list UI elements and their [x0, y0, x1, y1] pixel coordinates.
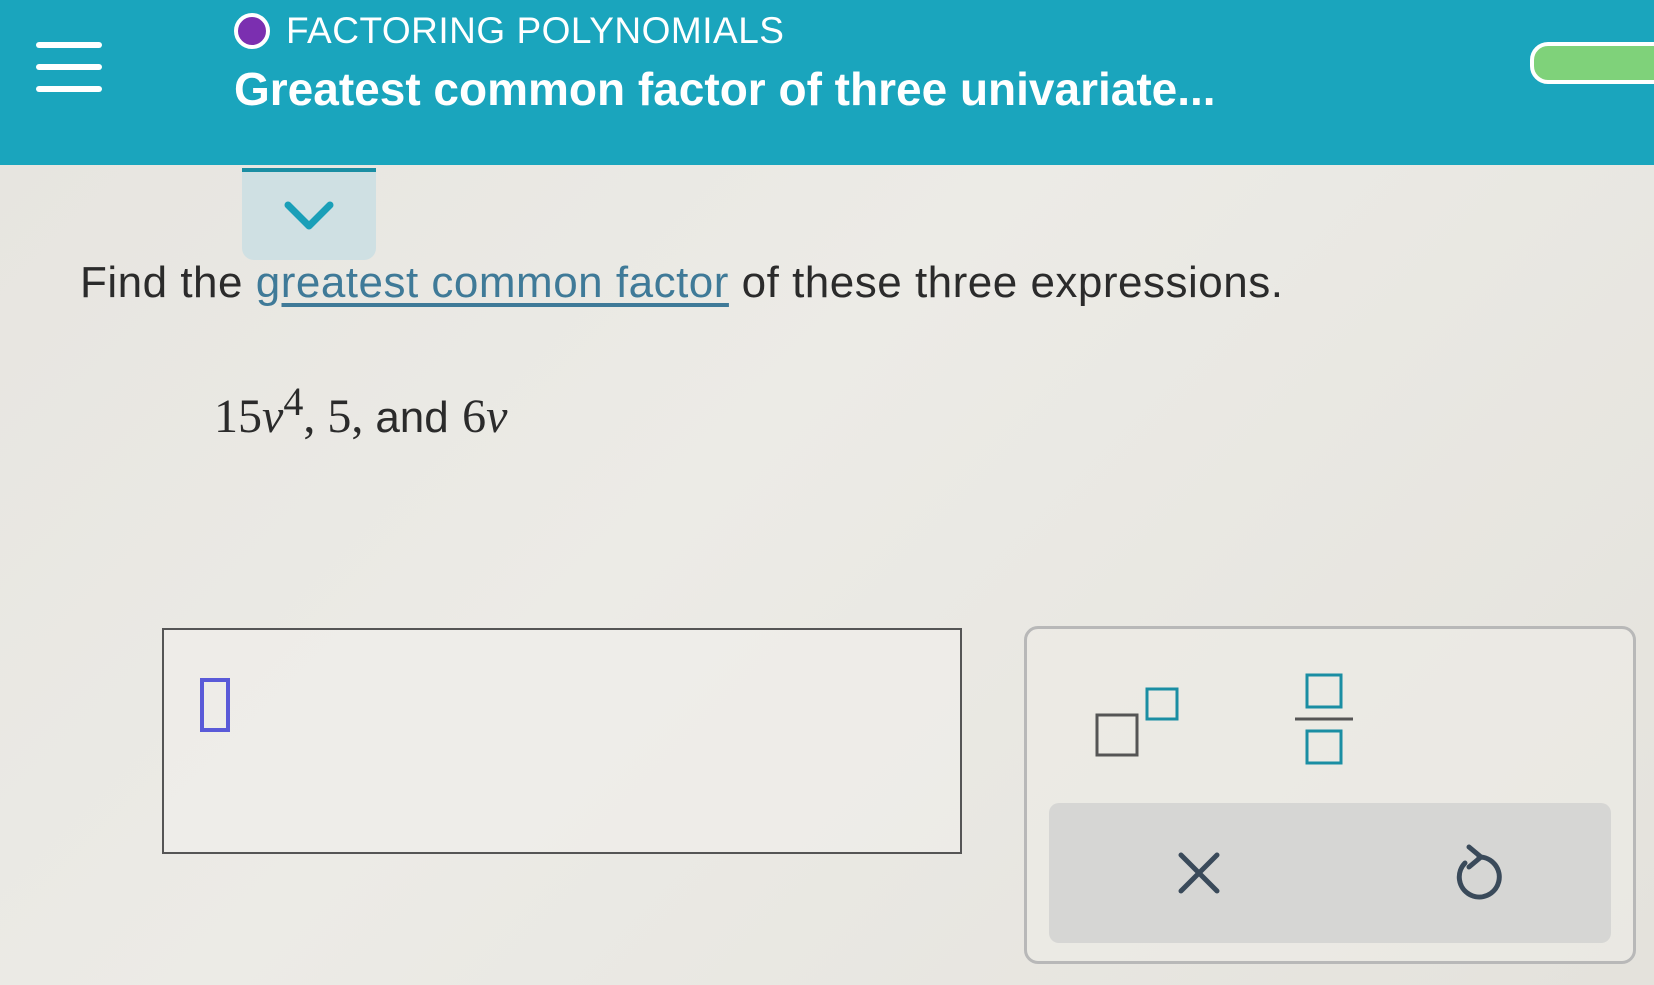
- question-prefix: Find the: [80, 258, 243, 307]
- term1-variable: v: [262, 390, 284, 443]
- math-tool-panel: [1024, 626, 1636, 964]
- term1-exponent: 4: [283, 379, 304, 424]
- exponent-template-icon: [1095, 687, 1179, 757]
- term3-coefficient: 6: [462, 390, 487, 443]
- chevron-down-icon: [284, 201, 334, 230]
- lesson-title: Greatest common factor of three univaria…: [234, 63, 1216, 115]
- topic-row: FACTORING POLYNOMIALS: [234, 8, 784, 54]
- undo-button[interactable]: [1439, 833, 1519, 913]
- page: FACTORING POLYNOMIALS Greatest common fa…: [0, 0, 1654, 985]
- progress-indicator: [1530, 42, 1654, 84]
- close-x-icon: [1178, 852, 1220, 894]
- term1-coefficient: 15: [214, 390, 262, 443]
- fraction-button[interactable]: [1289, 669, 1359, 769]
- exponent-button[interactable]: [1093, 681, 1183, 761]
- fraction-template-icon: [1295, 673, 1353, 765]
- term2: 5: [327, 390, 352, 443]
- term3-variable: v: [486, 390, 508, 443]
- topic-status-dot-icon: [234, 13, 270, 49]
- header-bar: FACTORING POLYNOMIALS Greatest common fa…: [0, 0, 1654, 165]
- topic-label: FACTORING POLYNOMIALS: [286, 10, 785, 51]
- clear-button[interactable]: [1159, 833, 1239, 913]
- action-bar: [1049, 803, 1611, 943]
- answer-input[interactable]: [162, 628, 962, 854]
- hamburger-menu-icon[interactable]: [36, 42, 102, 94]
- separator-1: ,: [303, 390, 328, 443]
- undo-icon: [1456, 844, 1502, 900]
- glossary-link-gcf[interactable]: greatest common factor: [256, 258, 729, 307]
- separator-2: ,: [351, 390, 376, 443]
- question-suffix: of these three expressions.: [741, 258, 1284, 307]
- question-prompt: Find the greatest common factor of these…: [80, 258, 1283, 308]
- expression-list: 15v4, 5, and 6v: [214, 378, 507, 444]
- input-cursor-placeholder: [200, 678, 230, 732]
- collapse-toggle-button[interactable]: [242, 168, 376, 260]
- and-word: and: [375, 393, 449, 442]
